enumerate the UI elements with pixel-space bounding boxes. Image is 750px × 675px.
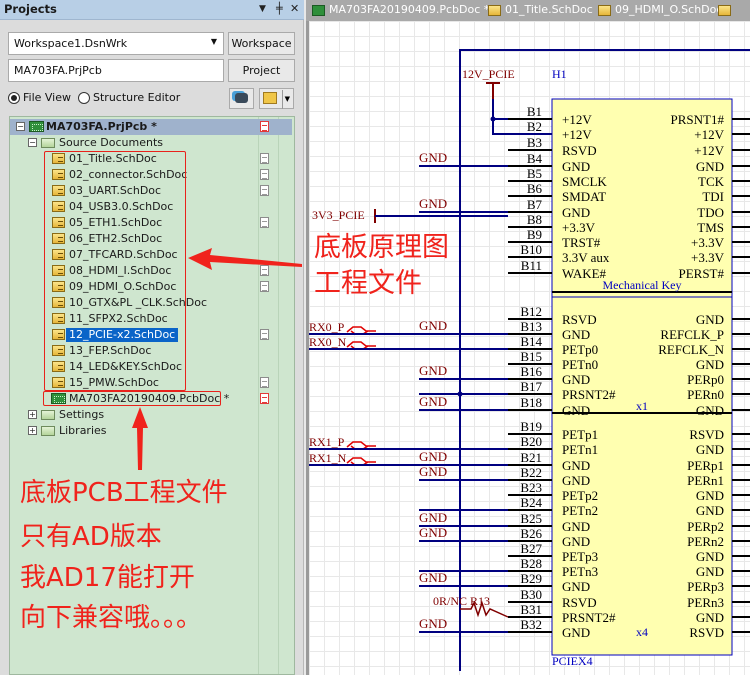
pcb-note-line: 我AD17能打开: [20, 563, 195, 593]
pcb-note: 底板PCB工程文件 只有AD版本 我AD17能打开 向下兼容哦。。。: [20, 476, 228, 635]
pcb-note-line: 向下兼容哦。。。: [20, 603, 203, 633]
altium-window: Projects ▼ ╪ ✕ Workspace1.DsnWrk ▼ Works…: [0, 0, 750, 675]
arrow-to-pcb-file: [132, 407, 148, 470]
schematic-note-line: 底板原理图: [314, 232, 449, 263]
schematic-note: 底板原理图 工程文件: [314, 230, 449, 302]
pcb-note-line: 只有AD版本: [20, 522, 162, 552]
schematic-note-line: 工程文件: [314, 268, 422, 299]
arrow-to-schematic-files: [188, 248, 302, 270]
pcb-note-line: 底板PCB工程文件: [20, 478, 228, 508]
